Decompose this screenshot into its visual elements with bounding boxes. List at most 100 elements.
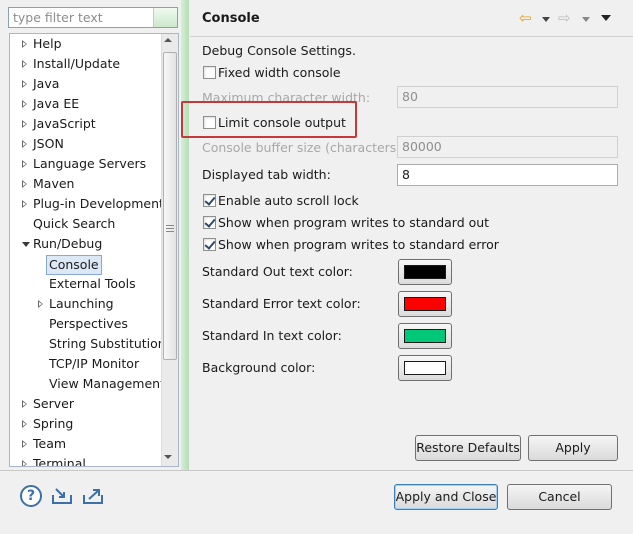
page-title: Console	[202, 11, 260, 26]
tree-item-label: Run/Debug	[33, 236, 103, 251]
collapsed-arrow-icon[interactable]	[22, 100, 27, 108]
highlight-annotation	[181, 101, 357, 138]
tree-item[interactable]: TCP/IP Monitor	[10, 355, 162, 373]
tree-item-label: Spring	[33, 416, 74, 431]
tree-item[interactable]: Help	[10, 35, 162, 53]
tree-item[interactable]: Run/Debug	[10, 235, 162, 253]
stdin-color-label: Standard In text color:	[202, 328, 342, 343]
collapsed-arrow-icon[interactable]	[22, 460, 27, 466]
show-stdout-checkbox[interactable]	[203, 216, 216, 229]
background-color-button[interactable]	[398, 355, 452, 381]
tree-item[interactable]: Install/Update	[10, 55, 162, 73]
show-stderr-label: Show when program writes to standard err…	[218, 237, 499, 252]
tree-item[interactable]: Terminal	[10, 455, 162, 466]
tree-item[interactable]: Server	[10, 395, 162, 413]
tree-item-label: TCP/IP Monitor	[49, 356, 140, 371]
tree-item[interactable]: String Substitution	[10, 335, 166, 353]
tree-item-label: JSON	[33, 136, 64, 151]
buffer-size-label: Console buffer size (characters):	[202, 140, 406, 155]
grip-icon	[166, 225, 174, 233]
auto-scroll-label: Enable auto scroll lock	[218, 193, 359, 208]
show-stderr-checkbox[interactable]	[203, 238, 216, 251]
scroll-up-icon[interactable]	[164, 38, 172, 42]
collapsed-arrow-icon[interactable]	[38, 300, 43, 308]
stdin-color-swatch	[404, 329, 446, 343]
help-icon[interactable]: ?	[20, 485, 42, 507]
tree-item-label: JavaScript	[33, 116, 96, 131]
restore-defaults-button[interactable]: Restore Defaults	[415, 435, 521, 461]
tree-item-label: Help	[33, 36, 62, 51]
filter-input[interactable]: type filter text	[8, 7, 178, 28]
apply-and-close-button[interactable]: Apply and Close	[394, 484, 498, 510]
collapsed-arrow-icon[interactable]	[22, 120, 27, 128]
max-char-width-field[interactable]: 80	[397, 86, 618, 108]
tree-item[interactable]: Quick Search	[10, 215, 162, 233]
collapsed-arrow-icon[interactable]	[22, 420, 27, 428]
tree-item-label: Quick Search	[33, 216, 116, 231]
tree-item[interactable]: Team	[10, 435, 162, 453]
collapsed-arrow-icon[interactable]	[22, 140, 27, 148]
tree-item-label: Maven	[33, 176, 75, 191]
tree-item[interactable]: JavaScript	[10, 115, 162, 133]
clear-filter-icon[interactable]	[153, 8, 177, 27]
forward-arrow-icon[interactable]: ⇨	[558, 10, 571, 26]
tree-item-label: Plug-in Development	[33, 196, 164, 211]
collapsed-arrow-icon[interactable]	[22, 80, 27, 88]
tree-item[interactable]: JSON	[10, 135, 162, 153]
tree-item-label: Server	[33, 396, 74, 411]
tree-item-label: View Management	[49, 376, 165, 391]
tree-item[interactable]: Java	[10, 75, 162, 93]
tree-item[interactable]: Language Servers	[10, 155, 162, 173]
show-stdout-label: Show when program writes to standard out	[218, 215, 490, 230]
expanded-arrow-icon[interactable]	[22, 242, 30, 247]
export-icon[interactable]	[81, 486, 105, 506]
stdout-color-swatch	[404, 265, 446, 279]
tree-item[interactable]: Maven	[10, 175, 162, 193]
tree-item[interactable]: Plug-in Development	[10, 195, 164, 213]
scrollbar-thumb[interactable]	[163, 52, 177, 360]
cancel-button[interactable]: Cancel	[507, 484, 612, 510]
back-arrow-icon[interactable]: ⇦	[519, 10, 532, 26]
collapsed-arrow-icon[interactable]	[22, 60, 27, 68]
tab-width-field[interactable]: 8	[397, 164, 618, 186]
tree-item-label: Java	[33, 76, 60, 91]
page-header: Console ⇦ ⇨	[190, 0, 633, 37]
import-icon[interactable]	[50, 486, 74, 506]
tree-item[interactable]: External Tools	[10, 275, 162, 293]
fixed-width-checkbox[interactable]	[203, 66, 216, 79]
tree-item-label: Team	[33, 436, 67, 451]
preference-tree[interactable]: Help Install/Update Java Java EE JavaScript J…	[9, 33, 179, 467]
stderr-color-label: Standard Error text color:	[202, 296, 361, 311]
tree-item[interactable]: View Management	[10, 375, 165, 393]
background-color-label: Background color:	[202, 360, 316, 375]
tree-item[interactable]: Perspectives	[10, 315, 162, 333]
tree-item[interactable]: Spring	[10, 415, 162, 433]
view-menu-icon[interactable]	[601, 15, 611, 21]
auto-scroll-checkbox[interactable]	[203, 194, 216, 207]
collapsed-arrow-icon[interactable]	[22, 400, 27, 408]
tree-item-label: Launching	[49, 296, 114, 311]
stdin-color-button[interactable]	[398, 323, 452, 349]
pane-splitter[interactable]	[181, 0, 189, 470]
footer-divider	[0, 470, 633, 471]
collapsed-arrow-icon[interactable]	[22, 200, 27, 208]
tree-item[interactable]: Console	[10, 255, 162, 275]
collapsed-arrow-icon[interactable]	[22, 40, 27, 48]
stdout-color-button[interactable]	[398, 259, 452, 285]
fixed-width-label: Fixed width console	[218, 65, 341, 80]
stderr-color-button[interactable]	[398, 291, 452, 317]
scroll-down-icon[interactable]	[164, 455, 172, 459]
forward-history-dropdown-icon[interactable]	[582, 17, 590, 22]
tab-width-label: Displayed tab width:	[202, 167, 331, 182]
buffer-size-field[interactable]: 80000	[397, 136, 618, 158]
collapsed-arrow-icon[interactable]	[22, 180, 27, 188]
collapsed-arrow-icon[interactable]	[22, 440, 27, 448]
tree-item-label: Perspectives	[49, 316, 128, 331]
back-history-dropdown-icon[interactable]	[542, 17, 550, 22]
collapsed-arrow-icon[interactable]	[22, 160, 27, 168]
tree-item-label: Install/Update	[33, 56, 121, 71]
tree-item[interactable]: Java EE	[10, 95, 162, 113]
tree-item-label: External Tools	[49, 276, 136, 291]
tree-item[interactable]: Launching	[10, 295, 162, 313]
apply-button[interactable]: Apply	[528, 435, 618, 461]
